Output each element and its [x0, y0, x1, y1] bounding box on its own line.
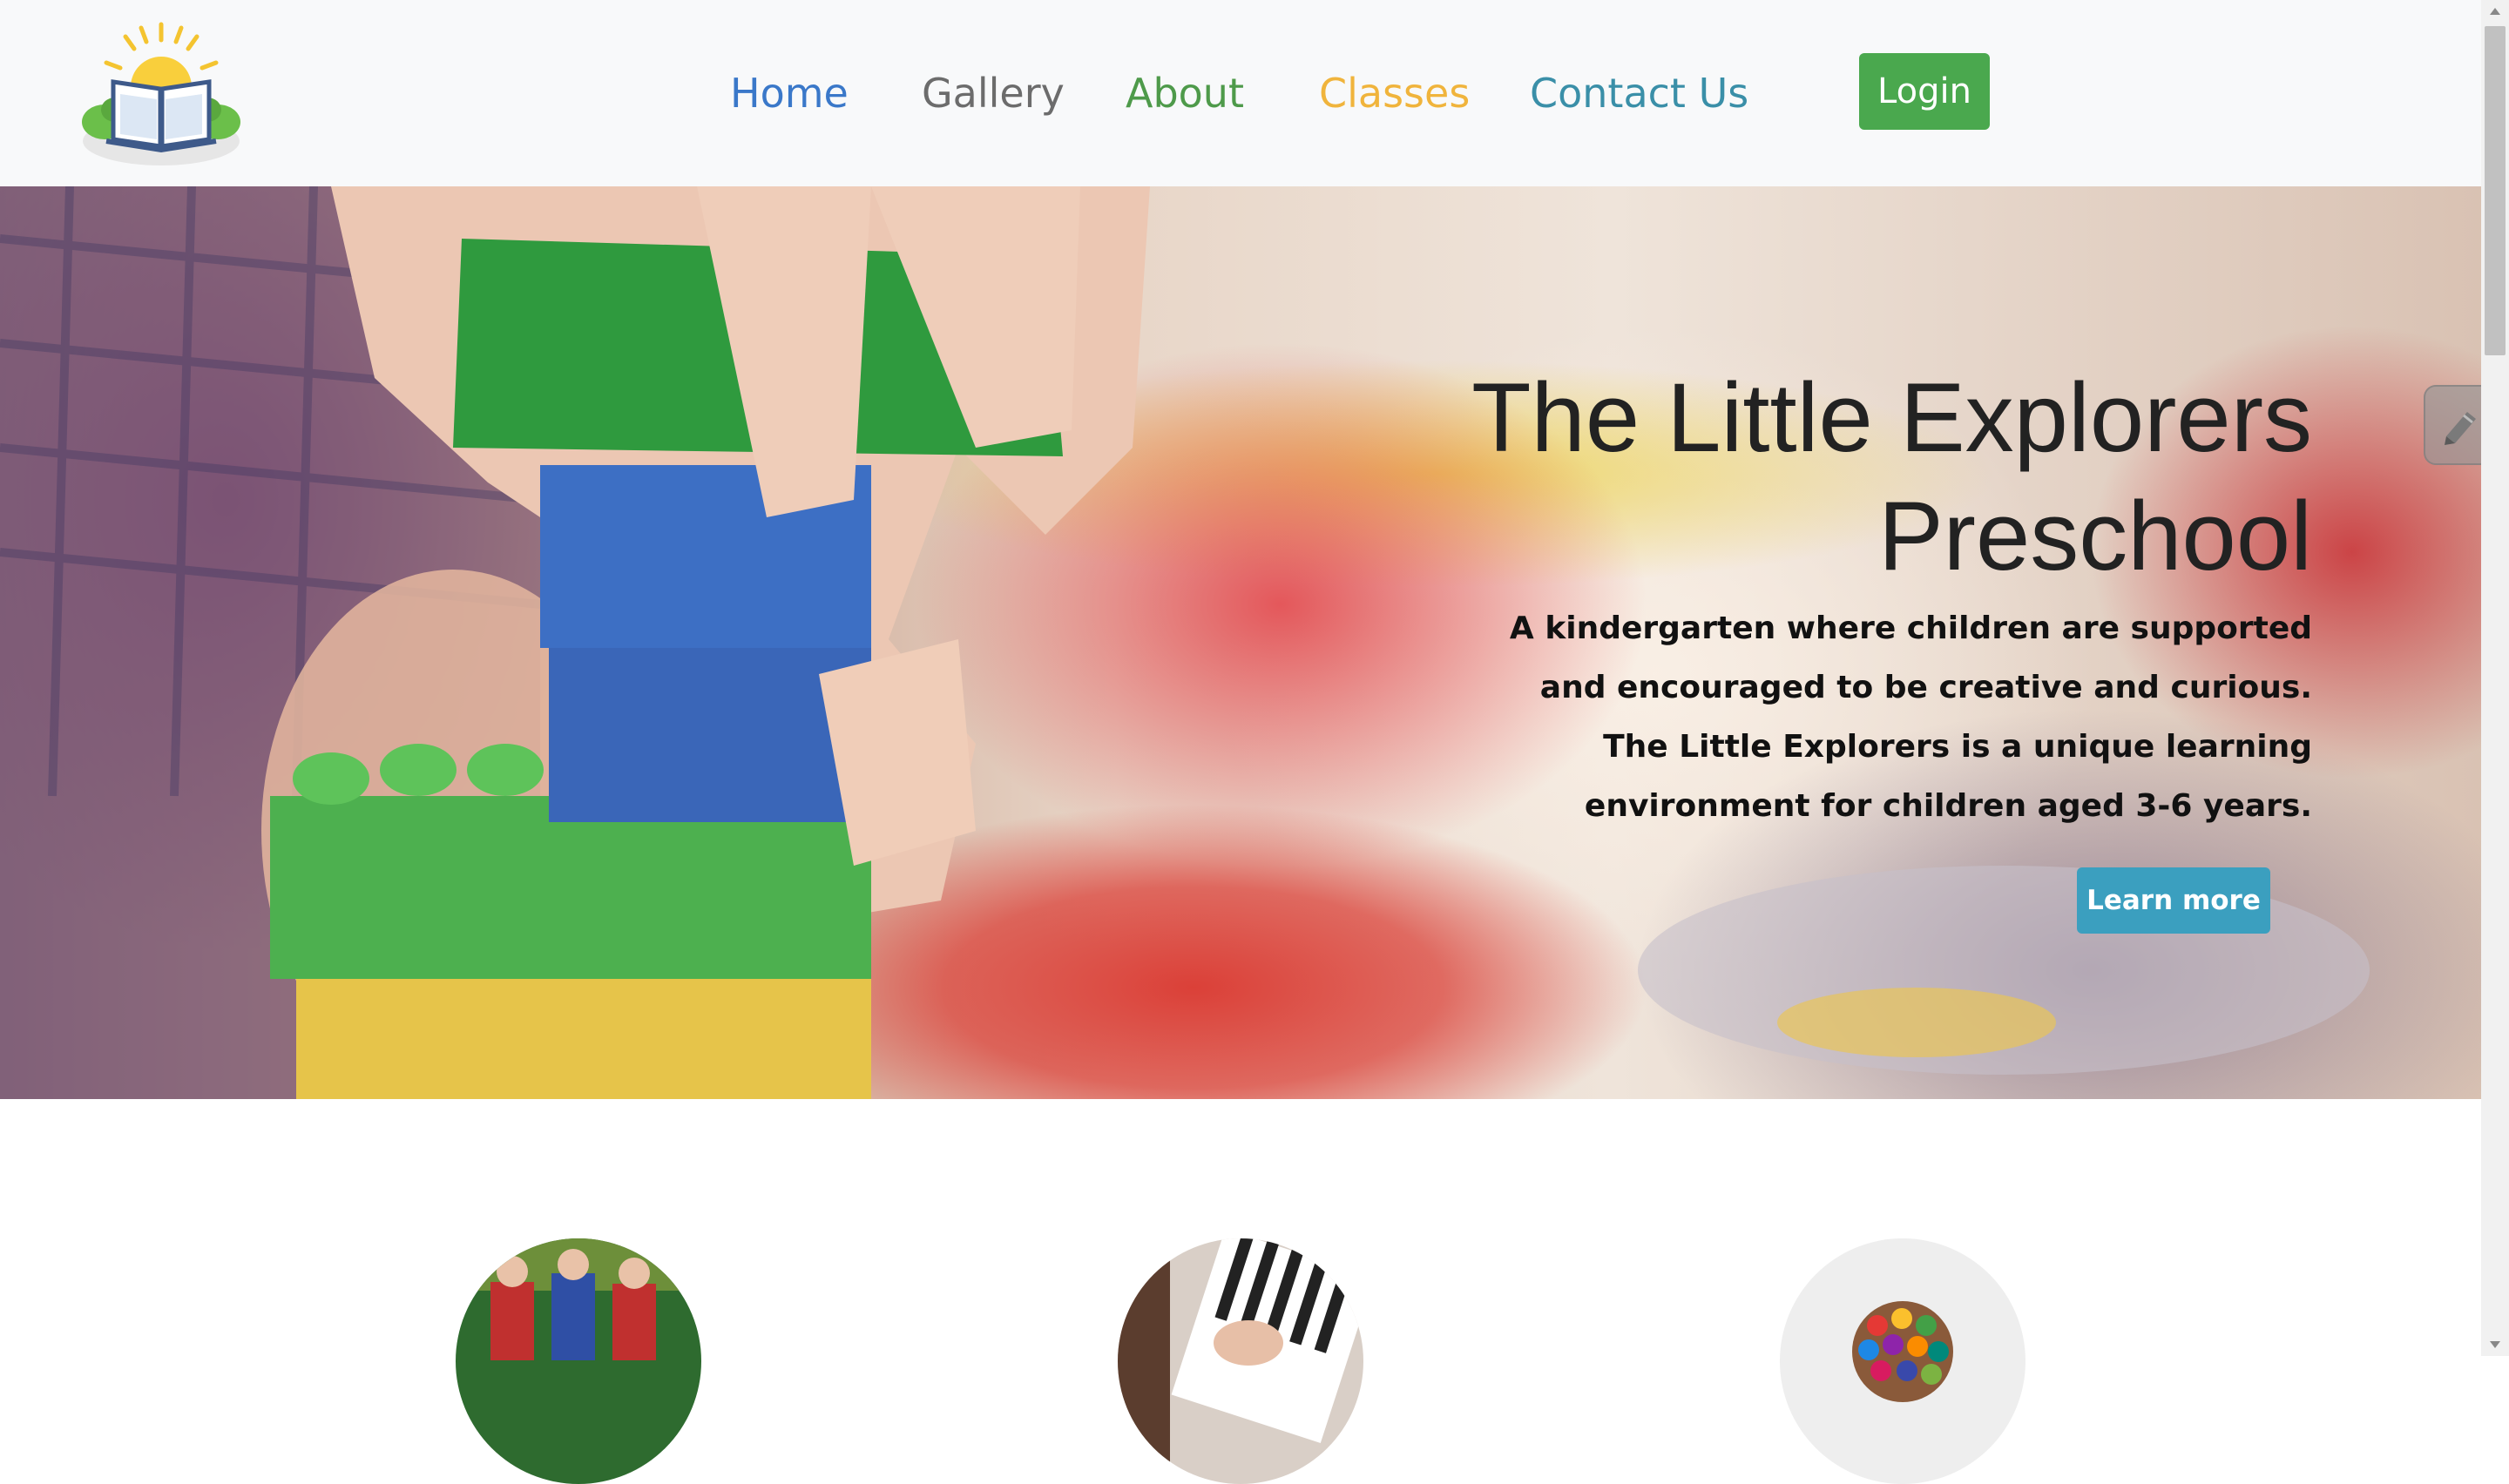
colored-pencils-photo-icon: [1780, 1238, 2025, 1484]
hero-banner: The Little Explorers Preschool A kinderg…: [0, 186, 2481, 1099]
hero-title-line-2: Preschool: [1877, 482, 2312, 590]
nav-contact-link[interactable]: Contact Us: [1530, 64, 1748, 122]
feature-image-piano[interactable]: [1118, 1238, 1363, 1484]
open-book-sunrise-logo-icon: [82, 22, 240, 165]
nav-home-link[interactable]: Home: [730, 64, 849, 122]
hero-description: A kindergarten where children are suppor…: [1509, 610, 2312, 824]
piano-keys-photo-icon: [1118, 1238, 1363, 1484]
scrollbar-thumb[interactable]: [2485, 26, 2506, 355]
hero-title-line-1: The Little Explorers: [1471, 363, 2312, 472]
scroll-up-arrow-icon[interactable]: [2481, 0, 2509, 23]
page-scrollbar[interactable]: [2481, 0, 2509, 1356]
navbar: Home Gallery About Classes Contact Us Lo…: [0, 0, 2481, 186]
nav-gallery-link[interactable]: Gallery: [922, 64, 1065, 122]
site-logo[interactable]: [80, 19, 242, 167]
pencil-edit-icon: [2445, 412, 2476, 445]
nav-about-link[interactable]: About: [1126, 64, 1244, 122]
scroll-down-arrow-icon[interactable]: [2481, 1333, 2509, 1356]
children-playing-photo-icon: [456, 1238, 701, 1484]
hero-title: The Little Explorers Preschool: [1354, 359, 2312, 596]
feature-image-pencils[interactable]: [1780, 1238, 2025, 1484]
learn-more-button[interactable]: Learn more: [2077, 867, 2270, 934]
feature-image-children[interactable]: [456, 1238, 701, 1484]
login-button[interactable]: Login: [1859, 53, 1990, 130]
nav-classes-link[interactable]: Classes: [1319, 64, 1470, 122]
